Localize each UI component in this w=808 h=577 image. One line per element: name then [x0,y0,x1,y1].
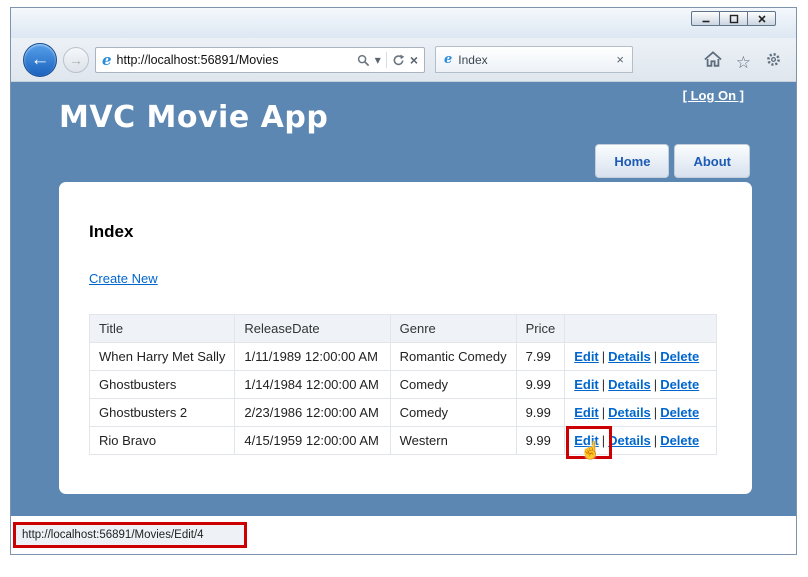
column-header-release-date: ReleaseDate [235,315,390,343]
page-title: Index [89,222,722,242]
cell-price: 7.99 [516,343,565,371]
table-row: Ghostbusters 1/14/1984 12:00:00 AM Comed… [90,371,717,399]
close-button[interactable] [747,11,776,26]
column-header-actions [565,315,717,343]
address-bar-divider [386,52,387,68]
delete-link[interactable]: Delete [660,377,699,392]
cell-title: Rio Bravo [90,427,235,455]
edit-link-highlight-wrapper: Edit ☝ [574,433,599,448]
cell-title: Ghostbusters [90,371,235,399]
autocomplete-dropdown-caret-icon[interactable]: ▾ [375,53,381,67]
menu-about-button[interactable]: About [674,144,750,178]
address-bar[interactable]: e http://localhost:56891/Movies ▾ × [95,47,425,73]
cell-actions: Edit|Details|Delete [565,371,717,399]
forward-arrow-icon: → [69,52,83,68]
cell-release-date: 2/23/1986 12:00:00 AM [235,399,390,427]
maximize-button[interactable] [719,11,748,26]
status-url: http://localhost:56891/Movies/Edit/4 [22,529,204,541]
cell-genre: Western [390,427,516,455]
toolbar-icons: ☆ [704,51,782,73]
cell-actions: Edit ☝ |Details|Delete [565,427,717,455]
table-row: Rio Bravo 4/15/1959 12:00:00 AM Western … [90,427,717,455]
edit-link[interactable]: Edit [574,405,599,420]
action-separator: | [651,405,660,420]
close-icon [757,14,767,24]
maximize-icon [729,14,739,24]
tab-favicon-ie-icon: e [444,53,452,66]
cell-actions: Edit|Details|Delete [565,399,717,427]
cell-price: 9.99 [516,371,565,399]
search-icon[interactable] [357,54,370,67]
tab-close-icon[interactable]: × [616,52,624,67]
main-menu: Home About [595,144,750,178]
page-viewport: [ Log On ] MVC Movie App Home About Inde… [11,82,796,516]
edit-link[interactable]: Edit [574,377,599,392]
cell-genre: Romantic Comedy [390,343,516,371]
table-header-row: Title ReleaseDate Genre Price [90,315,717,343]
action-separator: | [599,405,608,420]
address-url: http://localhost:56891/Movies [117,53,352,67]
home-icon[interactable] [704,51,722,73]
details-link[interactable]: Details [608,433,651,448]
title-bar [11,8,796,38]
back-button[interactable]: ← [23,43,57,77]
stop-icon[interactable]: × [410,52,418,68]
tab-index[interactable]: e Index × [435,46,633,73]
minimize-button[interactable] [691,11,720,26]
table-row: Ghostbusters 2 2/23/1986 12:00:00 AM Com… [90,399,717,427]
action-separator: | [599,349,608,364]
action-separator: | [651,377,660,392]
cell-release-date: 1/14/1984 12:00:00 AM [235,371,390,399]
refresh-icon[interactable] [392,54,405,67]
column-header-price: Price [516,315,565,343]
column-header-title: Title [90,315,235,343]
menu-home-button[interactable]: Home [595,144,669,178]
cell-price: 9.99 [516,399,565,427]
column-header-genre: Genre [390,315,516,343]
browser-chrome: ← → e http://localhost:56891/Movies ▾ × … [11,38,796,82]
favorites-star-icon[interactable]: ☆ [736,54,751,71]
status-bar: http://localhost:56891/Movies/Edit/4 [11,516,796,554]
delete-link[interactable]: Delete [660,405,699,420]
create-new-link[interactable]: Create New [89,271,158,286]
window-controls [692,11,776,26]
status-url-highlight-box: http://localhost:56891/Movies/Edit/4 [13,522,247,548]
cell-actions: Edit|Details|Delete [565,343,717,371]
back-arrow-icon: ← [31,49,50,71]
table-row: When Harry Met Sally 1/11/1989 12:00:00 … [90,343,717,371]
details-link[interactable]: Details [608,377,651,392]
forward-button[interactable]: → [63,47,89,73]
content-panel: Index Create New Title ReleaseDate Genre… [59,182,752,494]
action-separator: | [651,433,660,448]
edit-link[interactable]: Edit [574,433,599,448]
cell-genre: Comedy [390,399,516,427]
cell-release-date: 1/11/1989 12:00:00 AM [235,343,390,371]
tab-title: Index [458,53,610,67]
log-on-link[interactable]: [ Log On ] [683,88,744,103]
details-link[interactable]: Details [608,349,651,364]
cell-title: Ghostbusters 2 [90,399,235,427]
minimize-icon [701,14,711,24]
action-separator: | [599,433,608,448]
delete-link[interactable]: Delete [660,433,699,448]
browser-window: ← → e http://localhost:56891/Movies ▾ × … [10,7,797,555]
cell-title: When Harry Met Sally [90,343,235,371]
action-separator: | [651,349,660,364]
cell-release-date: 4/15/1959 12:00:00 AM [235,427,390,455]
action-separator: | [599,377,608,392]
app-title: MVC Movie App [59,100,328,135]
delete-link[interactable]: Delete [660,349,699,364]
tools-gear-icon[interactable] [765,51,782,73]
cell-genre: Comedy [390,371,516,399]
movies-table: Title ReleaseDate Genre Price When Harry… [89,314,717,455]
details-link[interactable]: Details [608,405,651,420]
ie-icon: e [102,53,112,68]
cell-price: 9.99 [516,427,565,455]
edit-link[interactable]: Edit [574,349,599,364]
